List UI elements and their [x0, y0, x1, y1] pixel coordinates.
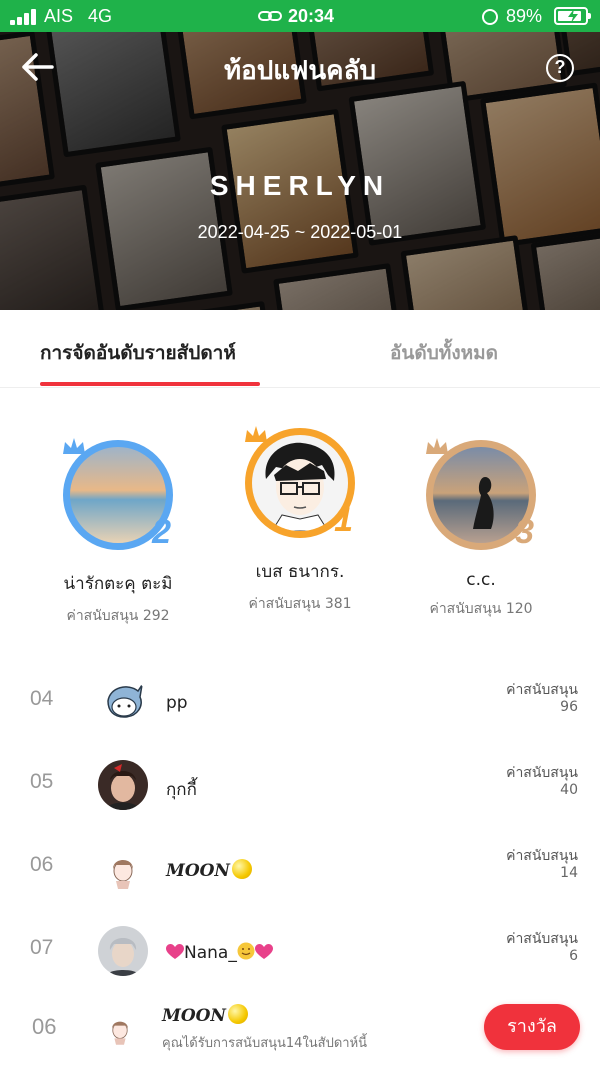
user-name: Nana_	[166, 942, 273, 963]
crown-icon	[426, 438, 448, 454]
user-name: กุกกี้	[166, 780, 197, 800]
user-name: MOON	[166, 859, 252, 881]
my-name: MOON	[162, 1004, 248, 1026]
podium-rank-1[interactable]: 1 เบส ธนากร. ค่าสนับสนุน 381	[215, 426, 385, 615]
avatar	[98, 843, 148, 893]
status-bar: AIS 4G 20:34 89%	[0, 0, 600, 32]
podium-name: เบส ธนากร.	[255, 562, 345, 582]
rank-number: 2	[152, 513, 171, 551]
reward-button[interactable]: รางวัล	[484, 1004, 580, 1050]
help-icon[interactable]: ?	[546, 54, 574, 82]
rank-number: 04	[30, 687, 54, 710]
signal-icon	[10, 9, 40, 25]
hero-banner: ท้อปแฟนคลับ ? SHERLYN 2022-04-25 ~ 2022-…	[0, 32, 600, 310]
rotation-lock-icon	[482, 9, 498, 25]
avatar	[98, 760, 148, 810]
moon-emoji-icon	[227, 1004, 248, 1024]
rank-number: 06	[30, 853, 54, 876]
support-value: 40	[560, 782, 578, 798]
support-label: ค่าสนับสนุน	[506, 931, 578, 947]
support-value: 6	[569, 948, 578, 964]
rank-number: 07	[30, 936, 54, 959]
active-tab-indicator	[40, 382, 260, 386]
avatar	[98, 926, 148, 976]
top-three-podium: 2 น่ารักตะคุ ตะมิ ค่าสนับสนุน 292 1 เบส …	[0, 420, 600, 624]
rank-number: 1	[334, 501, 353, 539]
ranking-tabs: การจัดอันดับรายสัปดาห์ อันดับทั้งหมด	[0, 310, 600, 388]
rank-number: 3	[515, 513, 534, 551]
tab-all-ranking[interactable]: อันดับทั้งหมด	[390, 338, 498, 368]
date-range: 2022-04-25 ~ 2022-05-01	[197, 222, 403, 242]
carrier-label: AIS	[44, 6, 74, 26]
support-label: ค่าสนับสนุน	[506, 848, 578, 864]
podium-score: ค่าสนับสนุน 120	[429, 601, 533, 617]
support-label: ค่าสนับสนุน	[506, 765, 578, 781]
moon-emoji-icon	[231, 859, 252, 879]
my-rank-number: 06	[32, 1014, 57, 1039]
tab-weekly-ranking[interactable]: การจัดอันดับรายสัปดาห์	[40, 338, 236, 368]
podium-rank-2[interactable]: 2 น่ารักตะคุ ตะมิ ค่าสนับสนุน 292	[33, 438, 203, 627]
streamer-name: SHERLYN	[209, 170, 391, 201]
ranking-list: 04 pp ค่าสนับสนุน 96 05 กุกกี้ ค่าสนับสน…	[0, 665, 600, 997]
network-label: 4G	[88, 6, 113, 26]
crown-icon	[245, 426, 267, 442]
app-root: AIS 4G 20:34 89% ท้อปแฟนคลับ ? SHERLYN 2…	[0, 0, 600, 1067]
weekly-support-note: คุณได้รับการสนับสนุน14ในสัปดาห์นี้	[162, 1036, 368, 1051]
podium-score: ค่าสนับสนุน 292	[66, 608, 170, 624]
avatar: 1	[245, 426, 355, 539]
list-item[interactable]: 05 กุกกี้ ค่าสนับสนุน 40	[0, 748, 600, 831]
podium-rank-3[interactable]: 3 c.c. ค่าสนับสนุน 120	[396, 438, 566, 620]
heart-icon	[254, 944, 273, 959]
support-label: ค่าสนับสนุน	[506, 682, 578, 698]
clock: 20:34	[288, 6, 335, 26]
podium-name: น่ารักตะคุ ตะมิ	[63, 574, 173, 594]
page-title: ท้อปแฟนคลับ	[223, 56, 377, 86]
list-item[interactable]: 04 pp ค่าสนับสนุน 96	[0, 665, 600, 748]
support-value: 14	[560, 865, 578, 881]
list-item[interactable]: 06 MOON ค่าสนับสนุน 14	[0, 831, 600, 914]
rank-number: 05	[30, 770, 54, 793]
battery-icon	[554, 7, 591, 25]
avatar: 3	[426, 438, 536, 551]
link-icon	[258, 11, 282, 21]
smiling-face-icon	[237, 942, 255, 960]
support-value: 96	[560, 699, 578, 715]
podium-score: ค่าสนับสนุน 381	[248, 596, 352, 612]
podium-name: c.c.	[466, 570, 496, 590]
crown-icon	[63, 438, 85, 454]
list-item[interactable]: 07 Nana_ ค่าสนับสนุน 6	[0, 914, 600, 997]
heart-icon	[166, 944, 184, 959]
my-rank-bar: 06 MOON คุณได้รับการสนับสนุน14ในสัปดาห์น…	[0, 990, 600, 1067]
avatar	[98, 677, 148, 727]
battery-percent: 89%	[506, 6, 543, 26]
user-name: pp	[166, 693, 188, 713]
avatar	[100, 1008, 140, 1048]
avatar: 2	[63, 438, 173, 551]
